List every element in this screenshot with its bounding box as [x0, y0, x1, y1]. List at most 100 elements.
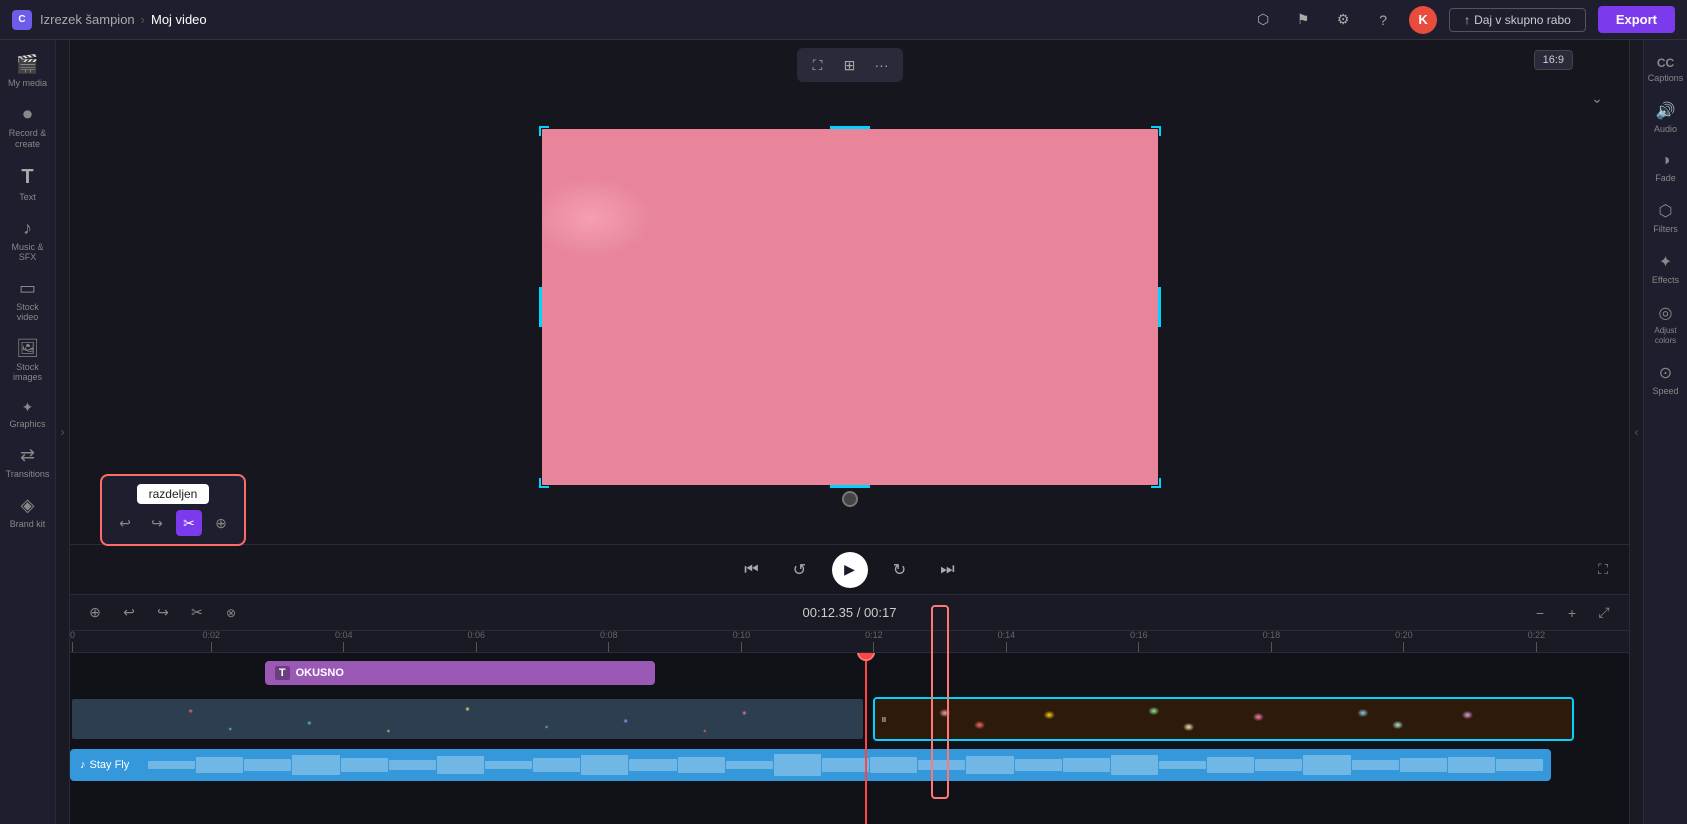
connect-icon[interactable]: ⬡ — [1249, 6, 1277, 34]
zoom-in-button[interactable]: + — [1559, 600, 1585, 626]
right-sidebar-label: Speed — [1652, 386, 1678, 396]
right-sidebar-item-adjust-colors[interactable]: ◎ Adjustcolors — [1646, 295, 1686, 353]
right-sidebar-item-speed[interactable]: ⊙ Speed — [1646, 355, 1686, 404]
sidebar-item-brand-kit[interactable]: ◈ Brand kit — [4, 489, 52, 535]
sidebar-item-graphics[interactable]: ✦ Graphics — [4, 393, 52, 435]
play-pause-button[interactable]: ▶ — [832, 552, 868, 588]
main-layout: 🎬 My media ⏺ Record &create T Text ♪ Mus… — [0, 40, 1687, 824]
timeline-collapse-button[interactable]: ⌄ — [1585, 86, 1609, 110]
adjust-colors-icon: ◎ — [1659, 303, 1673, 323]
popup-add-button[interactable]: ⊕ — [208, 510, 234, 536]
right-sidebar-item-fade[interactable]: ◑ Fade — [1646, 144, 1686, 191]
settings-icon[interactable]: ⚙ — [1329, 6, 1357, 34]
audio-track-bar[interactable]: ♪ Stay Fly — [70, 749, 1551, 781]
title-track-bar[interactable]: T OKUSNO — [265, 661, 655, 685]
handle-top-right[interactable] — [1151, 126, 1161, 136]
handle-left[interactable] — [539, 287, 542, 327]
split-button[interactable]: ✂ — [184, 600, 210, 626]
handle-top[interactable] — [830, 126, 870, 129]
forward-button[interactable]: ↻ — [884, 554, 916, 586]
speed-icon: ⊙ — [1659, 363, 1672, 383]
split-popup-overlay: razdeljen ↩ ↪ ✂ ⊕ — [100, 474, 246, 546]
redo-button[interactable]: ↪ — [150, 600, 176, 626]
graphics-icon: ✦ — [22, 399, 34, 416]
video-container — [540, 127, 1160, 487]
ruler-mark: 0:18 — [1263, 631, 1281, 652]
share-button[interactable]: ↑ Daj v skupno rabo — [1449, 8, 1586, 32]
sidebar-item-stock-images[interactable]: 🖼 Stockimages — [4, 332, 52, 390]
stock-video-icon: ▭ — [19, 278, 36, 299]
step-forward-button[interactable]: ⏭ — [932, 554, 964, 586]
right-sidebar-item-filters[interactable]: ⬡ Filters — [1646, 193, 1686, 242]
time-display: 00:12.35 / 00:17 — [803, 605, 897, 620]
sidebar-item-record-create[interactable]: ⏺ Record &create — [4, 98, 52, 156]
sidebar-item-text[interactable]: T Text — [4, 160, 52, 208]
video-track-segment2[interactable]: ⏸ — [873, 697, 1575, 741]
sidebar-item-label: My media — [8, 78, 47, 88]
aspect-ratio-button[interactable]: 16:9 — [1534, 50, 1573, 70]
timeline-ruler: 0 0:02 0:04 0:06 0:08 0:10 0:12 0:14 0:1… — [70, 631, 1629, 653]
fade-icon: ◑ — [1661, 152, 1671, 170]
video-frame — [540, 127, 1160, 487]
popup-split-button[interactable]: ✂ — [176, 510, 202, 536]
video-thumbnail-macarons: ⏸ — [875, 699, 1573, 739]
my-media-icon: 🎬 — [16, 54, 38, 75]
handle-bottom[interactable] — [830, 485, 870, 488]
ruler-mark: 0:22 — [1528, 631, 1546, 652]
flag-icon[interactable]: ⚑ — [1289, 6, 1317, 34]
right-sidebar-label: Filters — [1653, 224, 1678, 234]
sidebar-item-my-media[interactable]: 🎬 My media — [4, 48, 52, 94]
timeline-tracks: T OKUSNO ⏸ — [70, 653, 1629, 824]
right-sidebar-item-audio[interactable]: 🔊 Audio — [1646, 93, 1686, 142]
sidebar-item-label: Music & SFX — [8, 242, 48, 262]
fullscreen-button[interactable]: ⛶ — [1589, 556, 1617, 584]
magnet-tool-button[interactable]: ⊕ — [82, 600, 108, 626]
expand-button[interactable]: ⊞ — [837, 52, 863, 78]
sidebar-collapse-btn[interactable]: › — [56, 40, 70, 824]
macaron-background — [542, 129, 1158, 485]
sidebar-item-music-sfx[interactable]: ♪ Music & SFX — [4, 212, 52, 268]
preview-toolbar: ⛶ ⊞ ··· — [797, 48, 903, 82]
video-track-segment1[interactable] — [70, 697, 865, 741]
popup-undo-button[interactable]: ↩ — [112, 510, 138, 536]
handle-top-left[interactable] — [539, 126, 549, 136]
sidebar-item-label: Stockimages — [13, 362, 42, 384]
export-button[interactable]: Export — [1598, 6, 1675, 33]
sidebar-item-label: Graphics — [9, 419, 45, 429]
video-preview-area: ⛶ ⊞ ··· 16:9 — [70, 40, 1629, 544]
right-sidebar: CC Captions 🔊 Audio ◑ Fade ⬡ Filters ✦ E… — [1643, 40, 1687, 824]
popup-redo-button[interactable]: ↪ — [144, 510, 170, 536]
title-track-text: OKUSNO — [296, 667, 344, 679]
right-sidebar-item-captions[interactable]: CC Captions — [1646, 48, 1686, 91]
handle-right[interactable] — [1158, 287, 1161, 327]
breadcrumb: Izrezek šampion › Moj video — [40, 12, 207, 27]
right-sidebar-label: Audio — [1654, 124, 1677, 134]
effects-icon: ✦ — [1659, 252, 1672, 272]
delete-button[interactable]: ⊗ — [218, 600, 244, 626]
text-track-icon: T — [275, 666, 290, 680]
ruler-mark: 0:20 — [1395, 631, 1413, 652]
undo-button[interactable]: ↩ — [116, 600, 142, 626]
step-back-button[interactable]: ⏮ — [736, 554, 768, 586]
right-sidebar-item-effects[interactable]: ✦ Effects — [1646, 244, 1686, 293]
split-popup: razdeljen ↩ ↪ ✂ ⊕ — [100, 474, 246, 546]
more-options-button[interactable]: ··· — [869, 52, 895, 78]
split-popup-tools: ↩ ↪ ✂ ⊕ — [112, 510, 234, 536]
avatar[interactable]: K — [1409, 6, 1437, 34]
position-handle[interactable] — [842, 491, 858, 507]
expand-timeline-button[interactable]: ⤢ — [1591, 600, 1617, 626]
right-sidebar-collapse-btn[interactable]: ‹ — [1629, 40, 1643, 824]
zoom-out-button[interactable]: − — [1527, 600, 1553, 626]
timeline-scroll-area[interactable]: 0 0:02 0:04 0:06 0:08 0:10 0:12 0:14 0:1… — [70, 631, 1629, 824]
handle-bottom-right[interactable] — [1151, 478, 1161, 488]
handle-bottom-left[interactable] — [539, 478, 549, 488]
rewind-button[interactable]: ↺ — [784, 554, 816, 586]
aspect-ratio-area: 16:9 — [1534, 50, 1573, 70]
sidebar-item-transitions[interactable]: ⇄ Transitions — [4, 439, 52, 485]
audio-track-name: Stay Fly — [90, 759, 130, 771]
sidebar-item-stock-video[interactable]: ▭ Stock video — [4, 272, 52, 328]
crop-button[interactable]: ⛶ — [805, 52, 831, 78]
ruler-mark: 0:16 — [1130, 631, 1148, 652]
help-icon[interactable]: ? — [1369, 6, 1397, 34]
playhead-head-outline — [857, 653, 875, 661]
